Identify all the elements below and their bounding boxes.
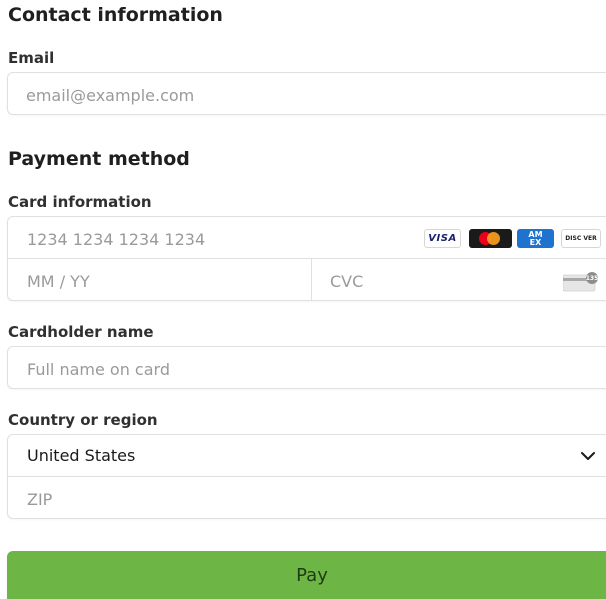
payment-method-heading: Payment method xyxy=(8,148,190,170)
email-field-container xyxy=(7,72,606,115)
discover-icon-text: DISC VER xyxy=(565,235,597,242)
mastercard-icon xyxy=(469,229,512,248)
card-information-label: Card information xyxy=(8,193,152,211)
amex-icon-line2: EX xyxy=(529,237,542,247)
card-number-input[interactable] xyxy=(27,229,407,249)
zip-input[interactable] xyxy=(27,489,587,509)
chevron-down-icon xyxy=(581,452,595,460)
country-select-value: United States xyxy=(27,446,136,465)
mastercard-orange-circle xyxy=(487,232,500,245)
email-field[interactable] xyxy=(26,85,586,105)
cvc-card-icon: 135 xyxy=(563,272,599,292)
country-region-label: Country or region xyxy=(8,411,158,429)
discover-icon: DISC VER xyxy=(561,229,601,248)
cardholder-name-container xyxy=(7,346,606,389)
zip-container xyxy=(7,476,606,519)
visa-icon-text: VISA xyxy=(428,233,457,244)
cardholder-name-input[interactable] xyxy=(27,359,587,379)
checkout-form: Contact information Email Payment method… xyxy=(0,0,606,599)
cardholder-name-label: Cardholder name xyxy=(8,323,154,341)
card-number-container: VISA AM EX DISC VER xyxy=(7,216,606,259)
cvc-icon-digits: 135 xyxy=(586,275,599,282)
visa-icon: VISA xyxy=(424,229,461,248)
expiry-cvc-divider xyxy=(311,259,312,300)
expiry-cvc-container: 135 xyxy=(7,258,606,301)
expiry-input[interactable] xyxy=(27,271,297,291)
cvc-input[interactable] xyxy=(330,271,550,291)
email-label: Email xyxy=(8,49,55,67)
pay-button[interactable]: Pay xyxy=(7,551,606,599)
amex-icon: AM EX xyxy=(517,229,554,248)
country-select[interactable]: United States xyxy=(7,434,606,477)
contact-information-heading: Contact information xyxy=(8,4,223,26)
